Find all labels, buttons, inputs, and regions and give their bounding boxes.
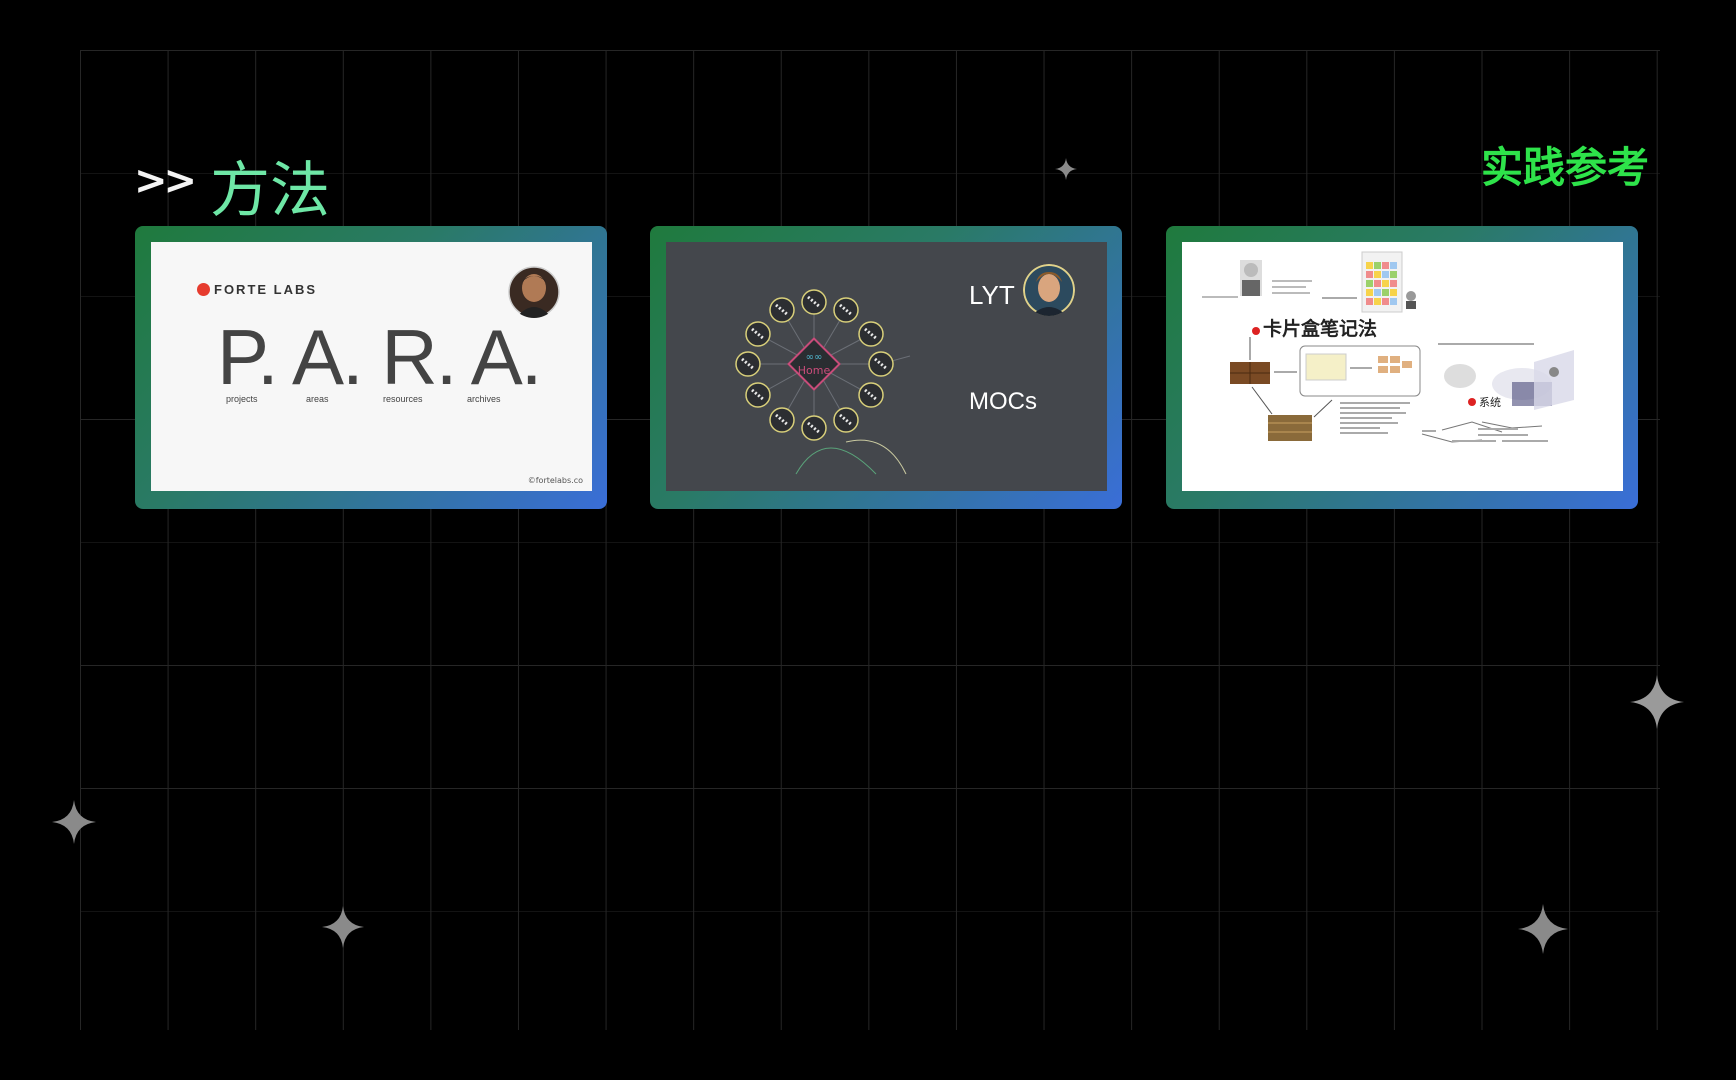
pin-icon [1468,398,1476,406]
system-label: 系统 [1468,394,1501,410]
moc-diagram: ∞∞ Home [735,289,911,475]
sparkle-icon [1055,158,1077,180]
sparkle-icon [1518,904,1568,954]
home-hub-label: Home [798,364,831,377]
sparkle-icon [52,800,96,844]
sparkle-icon [1630,675,1684,729]
avatar [1023,264,1075,316]
copyright-text: ©fortelabs.co [527,476,583,485]
forte-logo-icon [197,283,210,296]
forte-labs-logo: FORTE LABS [197,282,317,297]
system-label-text: 系统 [1479,396,1501,409]
lyt-slide: ∞∞ Home LYT MOCs [666,242,1107,491]
avatar [508,266,560,318]
mocs-subtitle: MOCs [969,388,1037,415]
section-arrows: >> [134,158,197,204]
lyt-title: LYT [969,280,1015,310]
para-acronym: P. A. R. A. [217,313,542,401]
pin-icon [1252,327,1260,335]
para-card[interactable]: FORTE LABS P. A. R. A. projects areas re… [135,226,607,509]
zettelkasten-title-text: 卡片盒笔记法 [1263,318,1378,340]
para-label-projects: projects [226,394,258,404]
section-title: 方法 [210,156,330,226]
svg-text:∞∞: ∞∞ [806,352,823,363]
zettelkasten-diagram [1202,251,1574,443]
sparkle-icon [322,906,364,948]
para-label-archives: archives [467,394,501,404]
zettelkasten-card[interactable]: 卡片盒笔记法 系统 [1166,226,1638,509]
lyt-card[interactable]: ∞∞ Home LYT MOCs [650,226,1122,509]
brand-text: FORTE LABS [214,282,318,297]
para-label-areas: areas [306,394,329,404]
para-slide: FORTE LABS P. A. R. A. projects areas re… [151,242,592,491]
practice-reference-label: 实践参考 [1480,143,1649,192]
zettelkasten-slide: 卡片盒笔记法 系统 [1182,242,1623,491]
para-label-resources: resources [383,394,423,404]
zettelkasten-title: 卡片盒笔记法 [1252,314,1377,341]
